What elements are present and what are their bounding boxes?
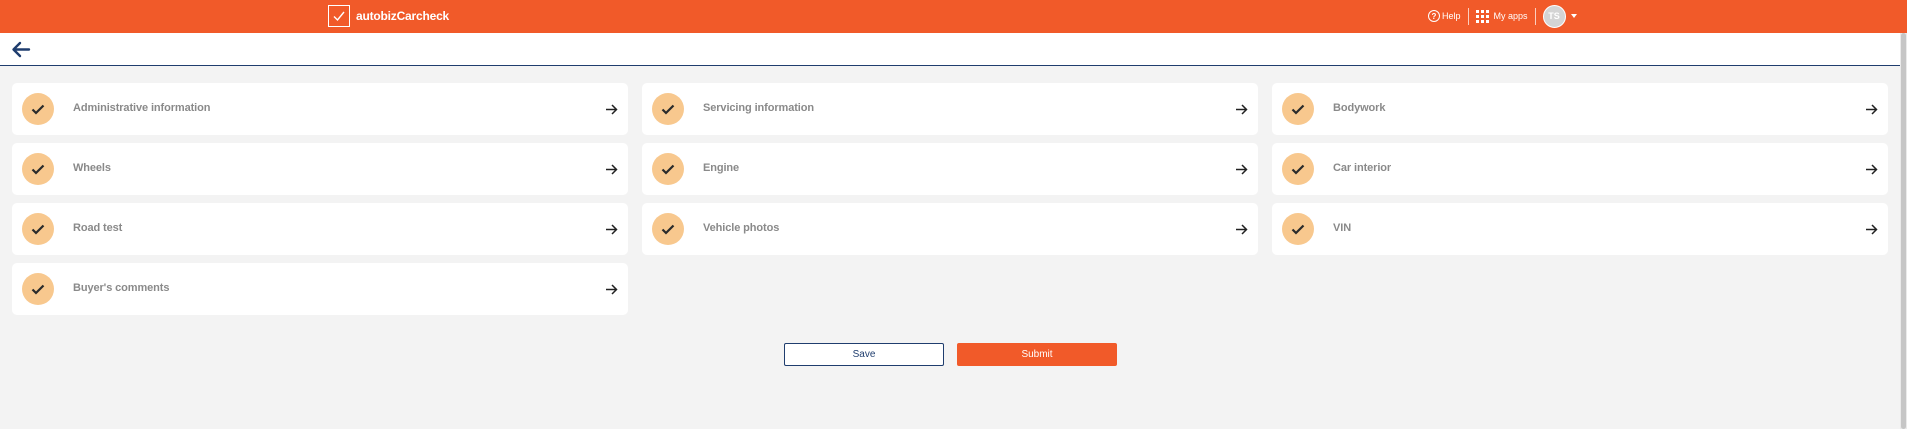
section-card-vehicle-photos[interactable]: Vehicle photos: [642, 203, 1258, 255]
section-label: Road test: [73, 222, 123, 234]
arrow-right-icon: [1236, 104, 1248, 115]
arrow-right-icon: [606, 164, 618, 175]
save-button[interactable]: Save: [784, 343, 944, 366]
top-right-menu: ? Help My apps TS: [1428, 4, 1577, 28]
section-label: Engine: [703, 162, 740, 174]
help-circle-icon: ?: [1428, 10, 1440, 22]
check-icon: [1282, 93, 1314, 125]
checkbox-logo-icon: [328, 5, 350, 27]
top-bar: autobizCarcheck ? Help My apps TS: [0, 0, 1907, 33]
section-card-vin[interactable]: VIN: [1272, 203, 1888, 255]
brand[interactable]: autobizCarcheck: [328, 5, 449, 27]
arrow-right-icon: [606, 104, 618, 115]
back-button[interactable]: [11, 41, 31, 58]
section-label: Bodywork: [1333, 102, 1386, 114]
my-apps-button[interactable]: My apps: [1475, 9, 1528, 23]
section-label: VIN: [1333, 222, 1352, 234]
scrollbar-thumb[interactable]: [1901, 33, 1906, 429]
apps-grid-icon: [1475, 9, 1489, 23]
section-card-engine[interactable]: Engine: [642, 143, 1258, 195]
section-card-administrative-information[interactable]: Administrative information: [12, 83, 628, 135]
check-icon: [652, 213, 684, 245]
app-name: autobizCarcheck: [356, 9, 450, 23]
check-icon: [652, 93, 684, 125]
arrow-left-icon: [12, 41, 31, 58]
check-icon: [22, 153, 54, 185]
section-card-bodywork[interactable]: Bodywork: [1272, 83, 1888, 135]
section-card-road-test[interactable]: Road test: [12, 203, 628, 255]
section-label: Administrative information: [73, 102, 211, 114]
check-icon: [1282, 213, 1314, 245]
check-icon: [22, 213, 54, 245]
chevron-down-icon[interactable]: [1570, 14, 1577, 18]
arrow-right-icon: [1236, 164, 1248, 175]
section-label: Car interior: [1333, 162, 1392, 174]
divider: [1534, 7, 1536, 25]
arrow-right-icon: [1866, 224, 1878, 235]
section-label: Wheels: [73, 162, 111, 174]
arrow-right-icon: [606, 284, 618, 295]
submit-button[interactable]: Submit: [957, 343, 1117, 366]
scrollbar[interactable]: [1900, 33, 1907, 429]
divider: [1467, 7, 1469, 25]
section-card-car-interior[interactable]: Car interior: [1272, 143, 1888, 195]
arrow-right-icon: [1866, 104, 1878, 115]
check-icon: [652, 153, 684, 185]
arrow-right-icon: [1236, 224, 1248, 235]
section-card-servicing-information[interactable]: Servicing information: [642, 83, 1258, 135]
avatar[interactable]: TS: [1542, 4, 1566, 28]
check-icon: [22, 273, 54, 305]
section-label: Servicing information: [703, 102, 814, 114]
arrow-right-icon: [1866, 164, 1878, 175]
section-card-wheels[interactable]: Wheels: [12, 143, 628, 195]
section-card-buyers-comments[interactable]: Buyer's comments: [12, 263, 628, 315]
check-icon: [1282, 153, 1314, 185]
help-link[interactable]: ? Help: [1428, 10, 1461, 22]
arrow-right-icon: [606, 224, 618, 235]
check-icon: [22, 93, 54, 125]
section-label: Vehicle photos: [703, 222, 780, 234]
help-label: Help: [1442, 11, 1461, 21]
my-apps-label: My apps: [1493, 11, 1528, 21]
section-label: Buyer's comments: [73, 282, 170, 294]
sub-bar: [0, 33, 1907, 66]
